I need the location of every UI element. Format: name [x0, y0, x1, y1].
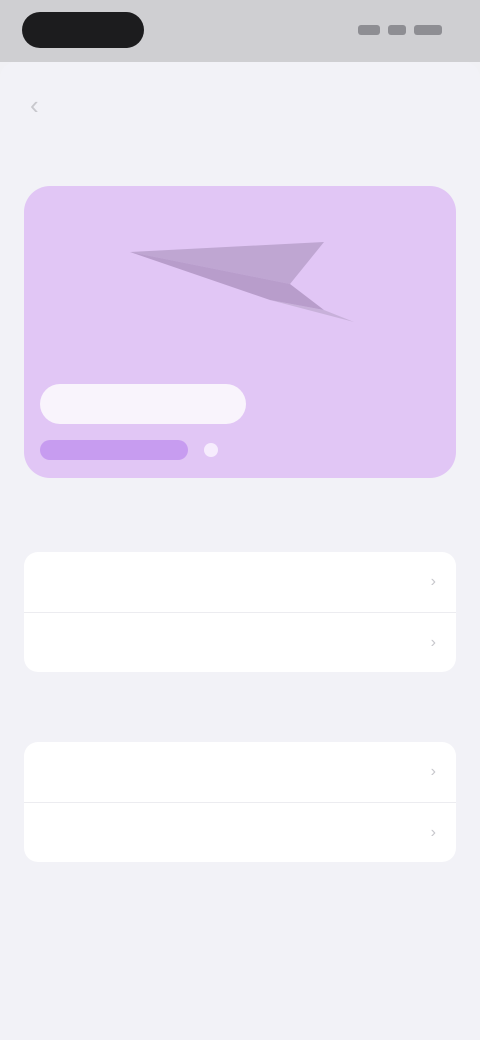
paper-plane-icon	[130, 242, 354, 322]
primary-plan-button[interactable]	[40, 384, 246, 424]
usage-row-2[interactable]: ›	[24, 612, 456, 672]
nav-bar: ‹	[0, 62, 480, 146]
dynamic-island	[22, 12, 144, 48]
secondary-plan-button[interactable]	[280, 384, 430, 424]
details-row-1[interactable]: ›	[24, 742, 456, 802]
status-bar	[0, 0, 480, 62]
details-row-2[interactable]: ›	[24, 802, 456, 862]
plan-progress-bar	[40, 440, 260, 460]
chevron-left-icon: ‹	[30, 90, 39, 120]
chevron-right-icon: ›	[430, 763, 436, 780]
chevron-right-icon: ›	[430, 633, 436, 651]
chevron-right-icon: ›	[430, 573, 436, 590]
progress-dot	[204, 443, 218, 457]
wifi-icon	[388, 25, 406, 35]
plan-hero-card	[24, 186, 456, 478]
battery-icon	[414, 25, 442, 35]
status-icons	[358, 22, 444, 38]
details-group: › ›	[24, 742, 456, 862]
back-button[interactable]: ‹	[30, 90, 56, 120]
settings-sheet: ‹ › › › ›	[0, 62, 480, 1040]
chevron-right-icon: ›	[430, 823, 436, 841]
plan-progress-fill	[40, 440, 188, 460]
signal-icon	[358, 25, 380, 35]
usage-row-1[interactable]: ›	[24, 552, 456, 612]
usage-group: › ›	[24, 552, 456, 672]
